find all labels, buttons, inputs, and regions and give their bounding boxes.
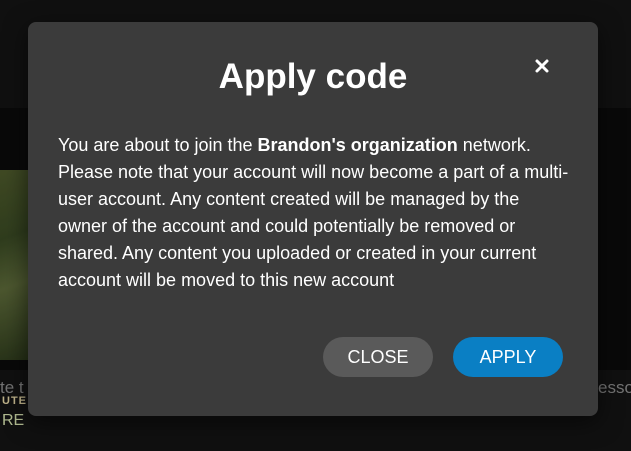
close-icon[interactable] (530, 54, 554, 78)
apply-button[interactable]: APPLY (453, 337, 563, 377)
close-button[interactable]: CLOSE (323, 337, 433, 377)
dialog-message: You are about to join the Brandon's orga… (58, 132, 573, 294)
dialog-title: Apply code (218, 57, 408, 96)
message-text-end: network. Please note that your account w… (58, 135, 569, 290)
message-text-start: You are about to join the (58, 135, 258, 155)
organization-name: Brandon's organization (257, 135, 458, 155)
apply-code-dialog: Apply code You are about to join the Bra… (28, 22, 598, 416)
